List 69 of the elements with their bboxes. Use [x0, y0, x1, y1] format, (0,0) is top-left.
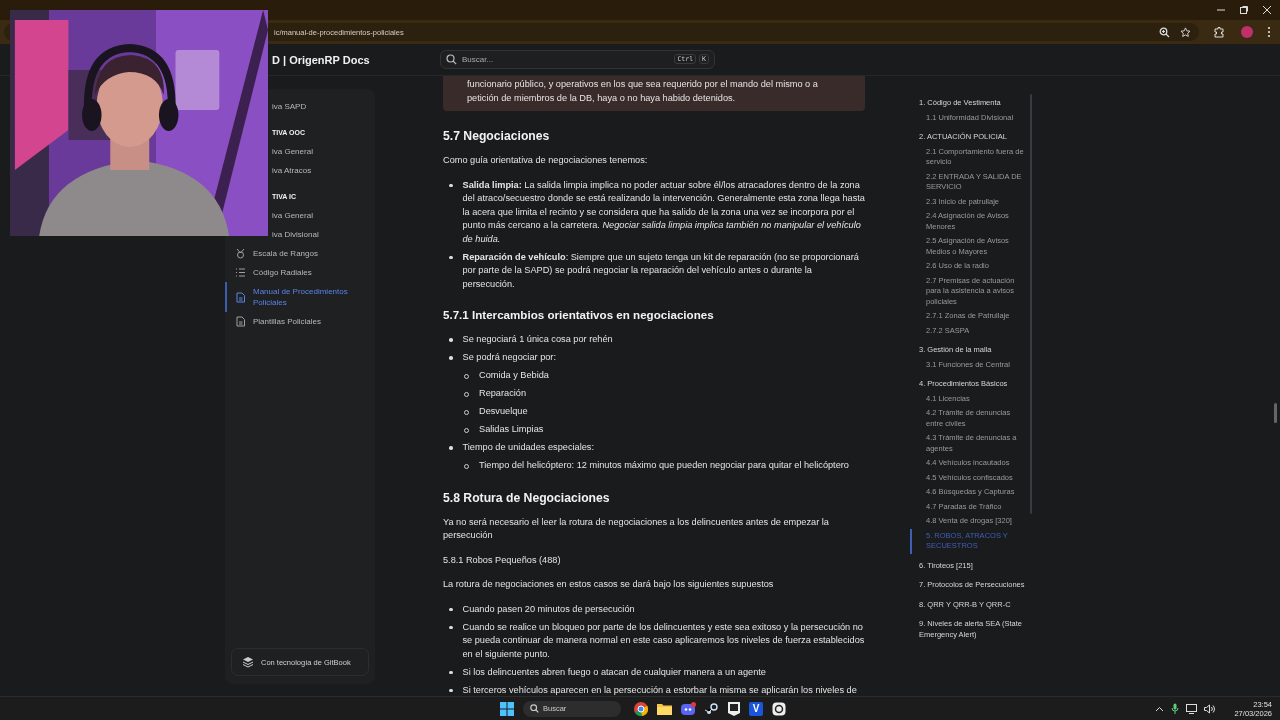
restore-icon[interactable]	[1239, 5, 1249, 15]
list-item: Comida y Bebida	[479, 369, 550, 382]
caret-icon[interactable]	[1155, 705, 1165, 712]
chat-icon[interactable]	[681, 701, 696, 716]
extension-icon[interactable]	[1213, 26, 1225, 38]
site-title[interactable]: D | OrigenRP Docs	[272, 53, 370, 66]
list-item: Cuando pasen 20 minutos de persecución	[462, 602, 636, 616]
paragraph: Como guía orientativa de negociaciones tenemos:	[443, 154, 649, 167]
list-item: Se podrá negociar por:	[462, 351, 557, 364]
app-icon[interactable]	[705, 701, 719, 716]
paragraph: 5.8.1 Robos Pequeños (488)	[443, 553, 562, 567]
medal-icon	[235, 248, 246, 259]
document-icon	[235, 316, 246, 327]
bullet-icon	[449, 688, 453, 692]
list-item: Cuando se realice un bloqueo por parte de los delincuentes y este sea exitoso y la persecución no se pueda continuar de manera normal en este caso aplicaremos los niveles de fuerza establecidos en el siguiente punto.	[462, 620, 865, 661]
sidebar-item[interactable]: iva General	[270, 142, 375, 161]
sidebar-item[interactable]: iva Atracos	[270, 161, 375, 180]
zoom-icon[interactable]	[1159, 26, 1170, 38]
monitor-icon[interactable]	[1186, 703, 1198, 714]
browser-icon[interactable]	[634, 701, 648, 716]
bullet-icon	[449, 338, 453, 342]
bullet-icon	[449, 446, 453, 450]
scrollbar[interactable]	[1274, 403, 1277, 423]
list-item: Desvuelque	[479, 405, 529, 418]
menu-icon[interactable]	[1267, 26, 1271, 38]
layers-icon	[242, 656, 254, 668]
microphone-icon[interactable]	[1171, 703, 1180, 714]
sidebar-item[interactable]: Escala de Rangos	[225, 244, 375, 263]
sidebar-item[interactable]: iva General	[270, 206, 375, 225]
list-item: Salida limpia: La salida limpia implica no poder actuar sobre él/los atracadores dentro de la zona del atraco/secuestro donde se está realizando la intervención. Generalmente esta zona llega hasta la acera que limita el recinto y se considera que ha salido de la zona una vez se incorpora por el punto más cercano a la carretera. Negociar salida limpia implica también no manipular el vehículo de huida.	[462, 178, 865, 246]
bullet-icon	[449, 607, 453, 611]
list-item: Si terceros vehículos aparecen en la persecución a estorbar la misma se aplicarán los niveles de	[462, 683, 858, 697]
sidebar-item[interactable]: iva Divisional	[270, 225, 375, 244]
app-icon[interactable]	[728, 701, 740, 716]
folder-icon[interactable]	[657, 702, 672, 715]
sidebar-item[interactable]: Código Radiales	[225, 263, 375, 282]
search-icon	[530, 704, 539, 713]
list-item: Si los delincuentes abren fuego o atacan de cualquier manera a un agente	[462, 665, 767, 679]
list-item: Tiempo de unidades especiales:	[462, 441, 595, 454]
sidebar-item[interactable]: Plantillas Policiales	[225, 312, 375, 331]
profile-avatar[interactable]	[1241, 26, 1253, 38]
list-item: Reparación	[479, 387, 527, 400]
speaker-icon[interactable]	[1204, 703, 1216, 714]
bullet-icon	[449, 183, 453, 187]
subsection-heading: 5.7.1 Intercambios orientativos en negociaciones	[443, 307, 715, 323]
star-icon[interactable]	[1180, 26, 1191, 38]
search-icon	[446, 54, 457, 65]
close-icon[interactable]	[1262, 5, 1272, 15]
section-heading: 5.8 Rotura de Negociaciones	[443, 489, 611, 506]
bullet-icon	[449, 356, 453, 360]
list-item: Tiempo del helicóptero: 12 minutos máximo que pueden negociar para quitar el helicóptero	[479, 459, 850, 472]
paragraph: Ya no será necesario el leer la rotura de negociaciones a los delincuentes antes de empezar la persecución	[443, 515, 830, 542]
paragraph: La rotura de negociaciones en estos casos se dará bajo los siguientes supuestos	[443, 578, 775, 591]
list-icon	[235, 267, 246, 278]
app-button[interactable]: V	[749, 701, 763, 716]
list-item: Salidas Limpias	[479, 423, 545, 436]
bullet-icon	[449, 625, 453, 629]
list-item: Reparación de vehículo: Siempre que un sujeto tenga un kit de reparación (no se proporcionará por parte de la SAPD) se podrá negociar la reparación del vehículo antes o durante la persecución.	[462, 250, 860, 291]
start-button[interactable]	[500, 701, 514, 716]
app-icon[interactable]	[772, 701, 786, 716]
list-item: Se negociará 1 única cosa por rehén	[462, 333, 614, 346]
callout-text: funcionario público, y operativos en los que sea requerido por el mando del mismo o a petición de miembros de la DB, haya o no haya habido detenidos.	[467, 79, 818, 103]
sidebar-item[interactable]: iva SAPD	[270, 97, 375, 116]
sidebar-item[interactable]: Manual de Procedimientos Policiales	[225, 282, 375, 312]
bullet-icon	[449, 670, 453, 674]
scrollbar[interactable]	[1030, 94, 1032, 514]
document-icon	[235, 291, 246, 303]
bullet-icon	[449, 255, 453, 259]
section-heading: 5.7 Negociaciones	[443, 128, 551, 144]
